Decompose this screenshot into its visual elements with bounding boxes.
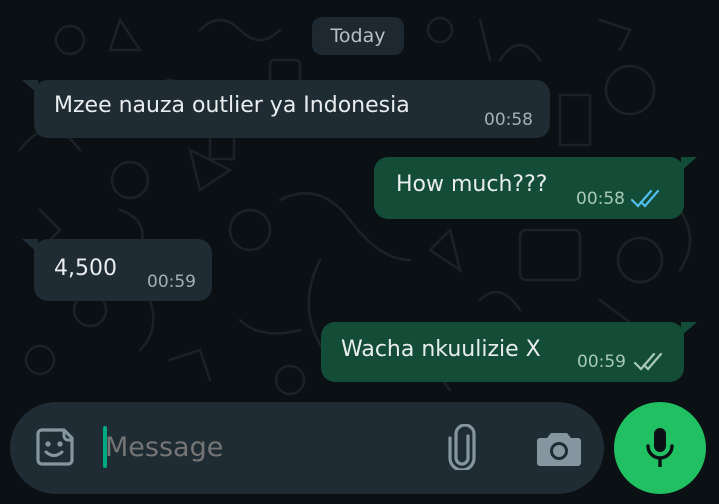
message-time: 00:59 (147, 272, 196, 292)
message-text: 4,500 (54, 256, 117, 281)
message-time: 00:58 (576, 189, 625, 209)
message-text: Mzee nauza outlier ya Indonesia (54, 93, 410, 118)
message-input[interactable] (105, 428, 405, 468)
camera-icon[interactable] (536, 428, 582, 468)
message-text: Wacha nkuulizie X (341, 337, 541, 362)
message-text: How much??? (396, 172, 548, 197)
message-time: 00:59 (577, 352, 626, 372)
delivered-ticks-icon (633, 352, 663, 371)
message-bubble-outgoing[interactable]: Wacha nkuulizie X 00:59 (321, 322, 684, 382)
sticker-icon[interactable] (32, 424, 78, 470)
bubble-tail (22, 239, 38, 253)
attach-icon[interactable] (446, 424, 480, 470)
message-bubble-incoming[interactable]: Mzee nauza outlier ya Indonesia 00:58 (34, 80, 550, 138)
bubble-tail (22, 80, 38, 94)
bubble-tail (681, 322, 697, 336)
message-time: 00:58 (484, 110, 533, 130)
message-bubble-outgoing[interactable]: How much??? 00:58 (374, 157, 684, 219)
date-chip: Today (312, 17, 404, 55)
bubble-tail (681, 157, 697, 171)
message-bubble-incoming[interactable]: 4,500 00:59 (34, 239, 212, 301)
mic-icon (646, 428, 674, 467)
read-ticks-icon (630, 189, 660, 208)
